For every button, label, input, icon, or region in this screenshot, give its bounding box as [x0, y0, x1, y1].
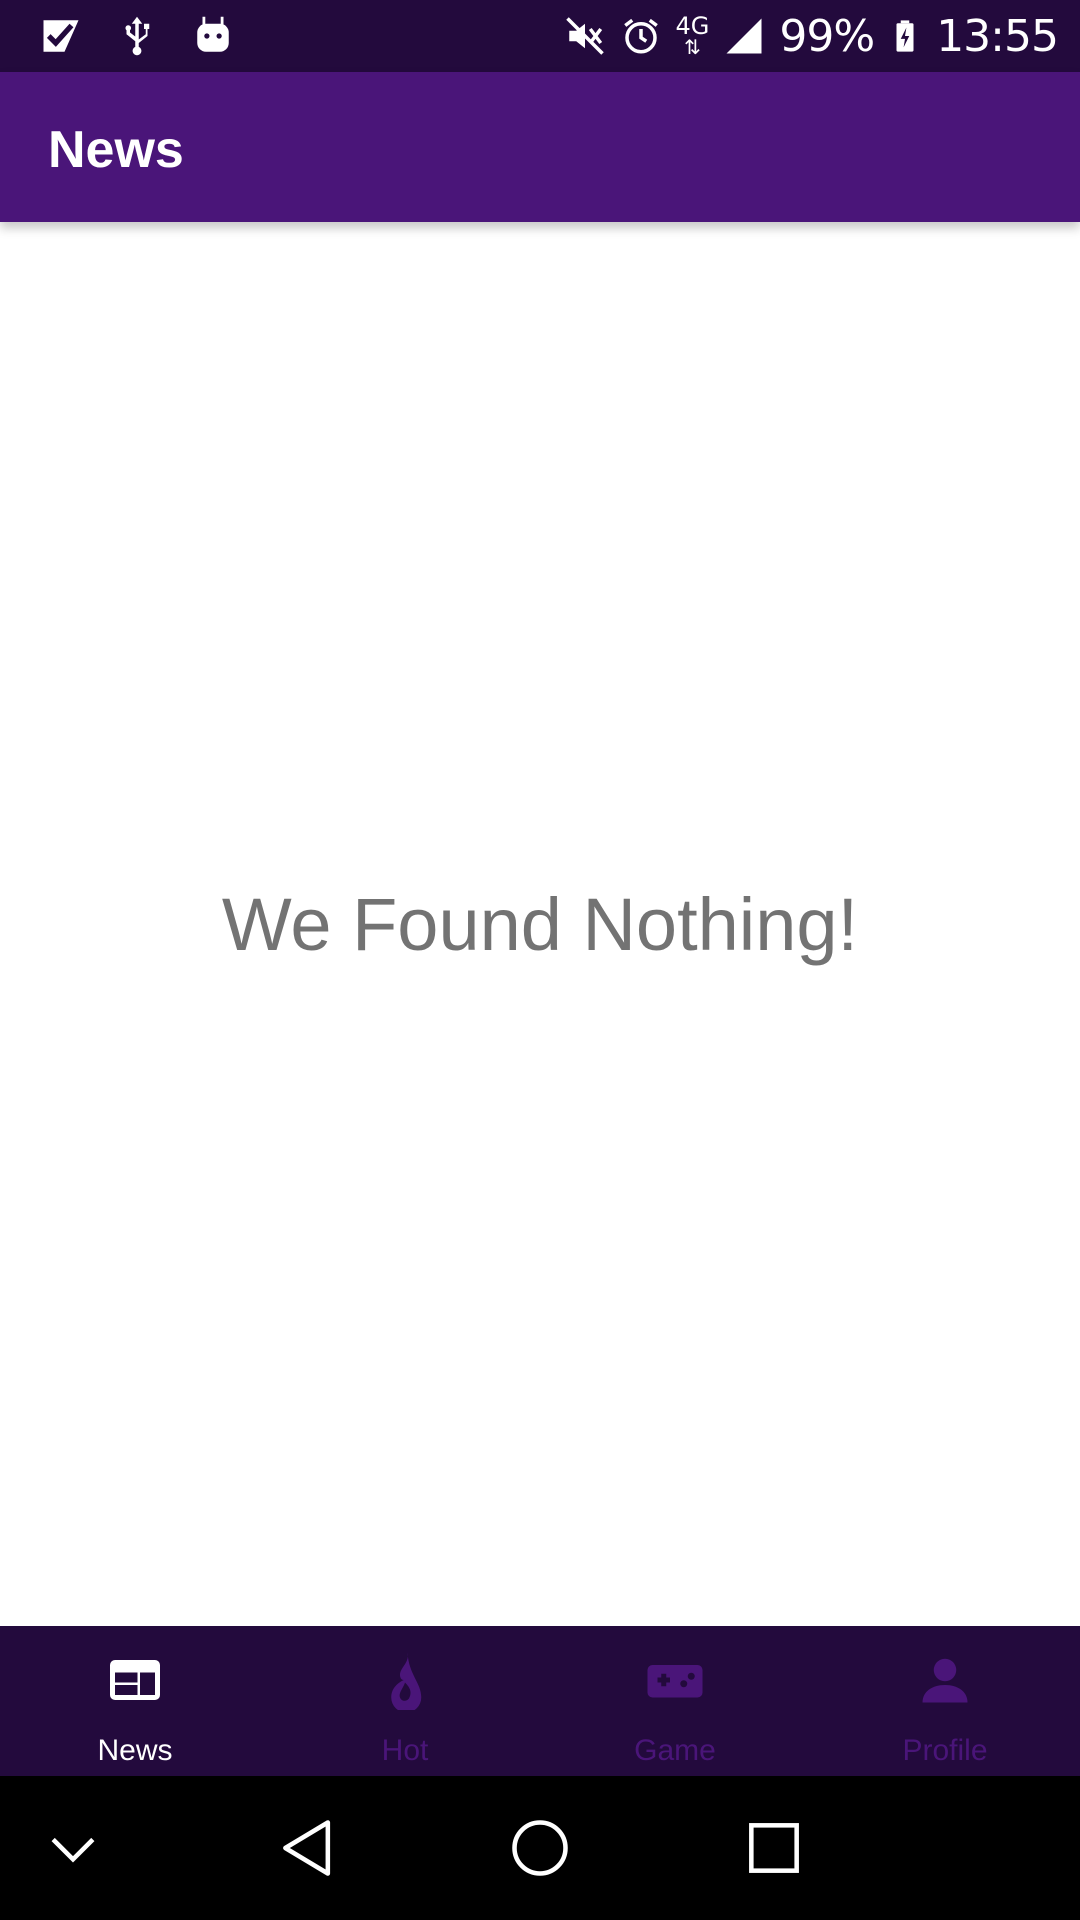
tab-game-label: Game — [634, 1734, 716, 1767]
status-left-icons — [40, 10, 234, 62]
task-check-icon — [43, 20, 79, 52]
tab-hot-label: Hot — [381, 1734, 429, 1767]
signal-icon — [726, 18, 762, 54]
back-icon[interactable] — [274, 1814, 342, 1882]
tab-profile[interactable]: Profile — [810, 1626, 1080, 1776]
battery-charging-icon — [896, 20, 914, 52]
network-label: 4G — [675, 12, 710, 40]
collapse-icon[interactable] — [39, 1814, 107, 1882]
system-navigation-bar — [0, 1776, 1080, 1920]
network-4g-icon: 4G ⇅ — [676, 14, 710, 58]
status-bar: 4G ⇅ 99% 13:55 — [0, 0, 1080, 72]
tab-game[interactable]: Game — [540, 1626, 810, 1776]
mute-icon — [565, 17, 604, 55]
empty-state-message: We Found Nothing! — [221, 883, 859, 966]
clock: 13:55 — [936, 10, 1059, 62]
battery-percent: 99% — [779, 10, 875, 62]
news-icon — [110, 1660, 160, 1700]
status-right-icons: 4G ⇅ 99% 13:55 — [564, 10, 1059, 62]
tab-news[interactable]: News — [0, 1626, 270, 1776]
tab-hot[interactable]: Hot — [270, 1626, 540, 1776]
person-icon — [922, 1658, 968, 1703]
tab-profile-label: Profile — [902, 1734, 988, 1767]
flame-icon — [391, 1652, 422, 1710]
data-arrows-icon: ⇅ — [684, 37, 701, 59]
recents-icon[interactable] — [740, 1814, 808, 1882]
alarm-icon — [623, 18, 658, 54]
page-title: News — [48, 121, 184, 179]
app-bar: News — [0, 72, 1080, 222]
tab-news-label: News — [97, 1734, 173, 1767]
home-icon[interactable] — [506, 1814, 574, 1882]
bottom-navigation: News Hot Game Profile — [0, 1626, 1080, 1776]
android-icon — [197, 16, 229, 52]
usb-icon — [125, 16, 150, 56]
gamepad-icon — [647, 1665, 703, 1698]
main-content: We Found Nothing! — [0, 222, 1080, 1626]
